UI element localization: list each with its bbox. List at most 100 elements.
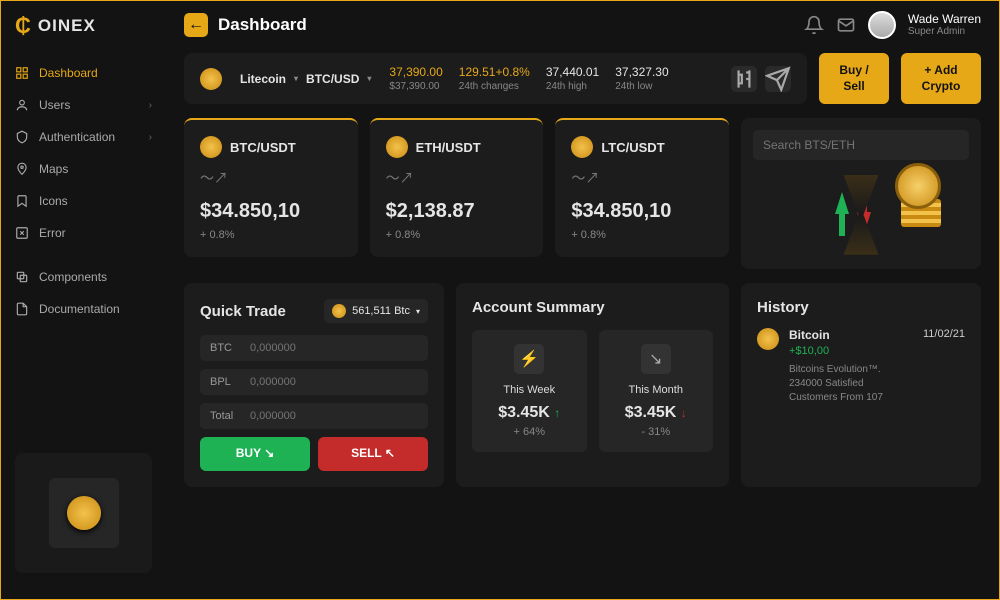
account-summary-card: Account Summary ⚡ This Week $3.45K ↑ + 6… (456, 283, 729, 487)
ticker-stat: 37,327.30 24th low (615, 65, 668, 92)
safe-icon (49, 478, 119, 548)
chevron-right-icon: › (149, 132, 152, 143)
trend-down-icon: ↘ (641, 344, 671, 374)
brand-text: OINEX (38, 16, 96, 36)
chevron-down-icon: ▾ (294, 74, 298, 83)
price-change: + 0.8% (571, 229, 713, 241)
user-role: Super Admin (908, 26, 981, 37)
price-change: + 0.8% (200, 229, 342, 241)
trade-row-label: Total (210, 410, 250, 422)
copy-icon (15, 270, 29, 284)
sidebar-item-documentation[interactable]: Documentation (1, 293, 166, 325)
trade-input-row: Total (200, 403, 428, 429)
user-block: Wade Warren Super Admin (908, 13, 981, 37)
back-button[interactable]: ← (184, 13, 208, 37)
trade-input-row: BPL (200, 369, 428, 395)
mail-icon[interactable] (836, 15, 856, 35)
sidebar-item-label: Error (39, 226, 66, 240)
coin-icon (571, 136, 593, 158)
ticker-stat: 129.51+0.8% 24th changes (459, 65, 530, 92)
shield-icon (15, 130, 29, 144)
sidebar-item-label: Icons (39, 194, 68, 208)
sidebar-item-label: Documentation (39, 302, 120, 316)
balance-dropdown[interactable]: 561,511 Btc ▾ (324, 299, 428, 323)
ticker-coin-select[interactable]: Litecoin▾ BTC/USD▾ (240, 72, 371, 86)
pair-label: LTC/USDT (601, 140, 664, 155)
sidebar-item-components[interactable]: Components (1, 261, 166, 293)
ticker-stat: 37,390.00 $37,390.00 (389, 65, 442, 92)
avatar[interactable] (868, 11, 896, 39)
sidebar-item-dashboard[interactable]: Dashboard (1, 57, 166, 89)
price-card[interactable]: LTC/USDT 〜↗ $34.850,10 + 0.8% (555, 118, 729, 257)
sidebar-item-label: Dashboard (39, 66, 98, 80)
price-card[interactable]: BTC/USDT 〜↗ $34.850,10 + 0.8% (184, 118, 358, 257)
sidebar-item-label: Users (39, 98, 70, 112)
price-value: $34.850,10 (200, 200, 342, 223)
candle-icon[interactable] (731, 66, 757, 92)
user-icon (15, 98, 29, 112)
trade-amount-input[interactable] (250, 376, 418, 388)
grid-icon (15, 66, 29, 80)
sidebar-item-maps[interactable]: Maps (1, 153, 166, 185)
history-card: History Bitcoin +$10,00 Bitcoins Evoluti… (741, 283, 981, 487)
chevron-down-icon: ▾ (367, 74, 371, 83)
sidebar-item-label: Authentication (39, 130, 115, 144)
sell-button[interactable]: SELL ↖ (318, 437, 428, 471)
sidebar-widget (15, 453, 152, 573)
bookmark-icon (15, 194, 29, 208)
buy-sell-button[interactable]: Buy / Sell (819, 53, 889, 104)
price-change: + 0.8% (386, 229, 528, 241)
summary-box[interactable]: ⚡ This Week $3.45K ↑ + 64% (472, 330, 587, 452)
chevron-down-icon: ▾ (416, 307, 420, 316)
crypto-artwork (753, 172, 969, 257)
sidebar-item-label: Components (39, 270, 107, 284)
logo-mark: ₵ (15, 13, 32, 39)
arrow-up-icon (835, 192, 849, 214)
price-card[interactable]: ETH/USDT 〜↗ $2,138.87 + 0.8% (370, 118, 544, 257)
history-title: History (757, 299, 965, 316)
sidebar-item-users[interactable]: Users › (1, 89, 166, 121)
pair-label: ETH/USDT (416, 140, 481, 155)
price-value: $34.850,10 (571, 200, 713, 223)
ticker-stat: 37,440.01 24th high (546, 65, 599, 92)
coin-icon (200, 136, 222, 158)
buy-button[interactable]: BUY ↘ (200, 437, 310, 471)
sidebar-item-label: Maps (39, 162, 68, 176)
brand-logo[interactable]: ₵ OINEX (1, 13, 166, 57)
send-icon[interactable] (765, 66, 791, 92)
coin-stack-icon (891, 157, 951, 227)
summary-box[interactable]: ↘ This Month $3.45K ↓ - 31% (599, 330, 714, 452)
history-item[interactable]: Bitcoin +$10,00 Bitcoins Evolution™. 234… (757, 328, 965, 405)
chevron-right-icon: › (149, 100, 152, 111)
add-crypto-button[interactable]: + Add Crypto (901, 53, 981, 104)
user-name: Wade Warren (908, 13, 981, 26)
trade-row-label: BPL (210, 376, 250, 388)
bell-icon[interactable] (804, 15, 824, 35)
quick-trade-card: Quick Trade 561,511 Btc ▾ BTC BPL Total … (184, 283, 444, 487)
bolt-icon: ⚡ (514, 344, 544, 374)
sparkline-icon: 〜↗ (386, 168, 528, 188)
trade-row-label: BTC (210, 342, 250, 354)
doc-icon (15, 302, 29, 316)
page-title: Dashboard (218, 15, 307, 35)
trade-amount-input[interactable] (250, 342, 418, 354)
topbar: ← Dashboard Wade Warren Super Admin (166, 1, 999, 53)
coin-icon (757, 328, 779, 350)
sparkline-icon: 〜↗ (200, 168, 342, 188)
coin-icon (332, 304, 346, 318)
trade-input-row: BTC (200, 335, 428, 361)
price-value: $2,138.87 (386, 200, 528, 223)
sidebar-item-authentication[interactable]: Authentication › (1, 121, 166, 153)
pin-icon (15, 162, 29, 176)
sidebar: ₵ OINEX Dashboard Users › Authentication… (1, 1, 166, 599)
coin-icon (386, 136, 408, 158)
quick-trade-title: Quick Trade (200, 303, 286, 320)
search-card (741, 118, 981, 269)
main: ← Dashboard Wade Warren Super Admin Lite… (166, 1, 999, 599)
trade-amount-input[interactable] (250, 410, 418, 422)
search-input[interactable] (753, 130, 969, 160)
coin-icon (200, 68, 222, 90)
account-summary-title: Account Summary (472, 299, 713, 316)
sidebar-item-error[interactable]: Error (1, 217, 166, 249)
sidebar-item-icons[interactable]: Icons (1, 185, 166, 217)
